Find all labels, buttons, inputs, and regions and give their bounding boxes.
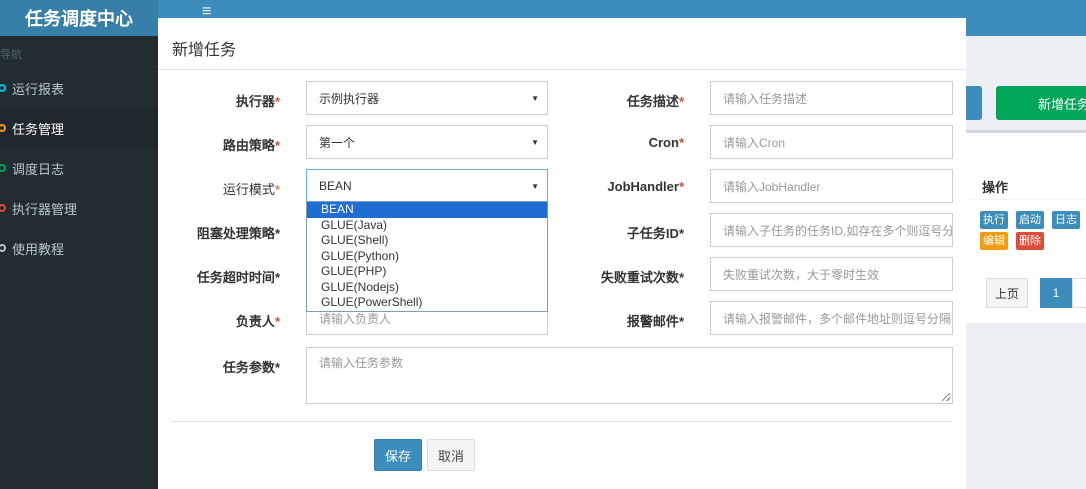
route-select[interactable]: 第一个 ▼ bbox=[306, 125, 548, 159]
run-mode-label: 运行模式* bbox=[222, 182, 280, 197]
caret-down-icon: ▼ bbox=[531, 138, 539, 147]
job-handler-input[interactable]: 请输入JobHandler bbox=[710, 169, 953, 203]
sidebar-item-report[interactable]: 运行报表 bbox=[0, 68, 158, 108]
params-textarea[interactable]: 请输入任务参数 bbox=[306, 347, 953, 404]
cron-input[interactable]: 请输入Cron bbox=[710, 125, 953, 159]
circle-icon bbox=[0, 244, 6, 252]
table-divider bbox=[966, 199, 1086, 200]
circle-icon bbox=[0, 124, 6, 132]
log-button[interactable]: 日志 bbox=[1052, 211, 1080, 229]
timeout-label: 任务超时时间* bbox=[196, 270, 280, 285]
circle-icon bbox=[0, 164, 6, 172]
modal-title: 新增任务 bbox=[172, 42, 237, 59]
delete-button[interactable]: 删除 bbox=[1016, 232, 1044, 250]
executor-select[interactable]: 示例执行器 ▼ bbox=[306, 81, 548, 115]
run-mode-option[interactable]: GLUE(Python) bbox=[307, 249, 547, 265]
modal-footer-divider bbox=[172, 421, 952, 422]
sidebar-item-label: 调度日志 bbox=[12, 161, 65, 177]
add-task-button[interactable]: 新增任务 bbox=[996, 86, 1086, 120]
alarm-email-label: 报警邮件* bbox=[626, 314, 684, 329]
caret-down-icon: ▼ bbox=[531, 94, 539, 103]
run-mode-select[interactable]: BEAN ▼ bbox=[306, 169, 548, 203]
pager-page[interactable]: 1 bbox=[1040, 278, 1072, 308]
sidebar-header: 导航 bbox=[0, 49, 22, 61]
modal-divider bbox=[158, 69, 966, 70]
task-desc-input[interactable]: 请输入任务描述 bbox=[710, 81, 953, 115]
run-mode-option[interactable]: GLUE(Java) bbox=[307, 218, 547, 234]
job-handler-label: JobHandler* bbox=[607, 179, 684, 194]
params-label: 任务参数* bbox=[222, 360, 280, 375]
search-button[interactable] bbox=[966, 86, 982, 120]
resize-grip-icon[interactable] bbox=[942, 393, 950, 401]
pager-prev[interactable]: 上页 bbox=[986, 278, 1028, 308]
pager-next[interactable] bbox=[1072, 278, 1086, 308]
run-button[interactable]: 执行 bbox=[980, 211, 1008, 229]
run-mode-option[interactable]: GLUE(PHP) bbox=[307, 264, 547, 280]
circle-icon bbox=[0, 84, 6, 92]
run-mode-option[interactable]: BEAN bbox=[307, 202, 547, 218]
app-logo-title[interactable]: 任务调度中心 bbox=[0, 0, 158, 36]
cron-label: Cron* bbox=[648, 135, 684, 150]
sidebar-item-help[interactable]: 使用教程 bbox=[0, 228, 158, 268]
child-id-label: 子任务ID* bbox=[626, 226, 684, 241]
save-button[interactable]: 保存 bbox=[374, 439, 422, 471]
task-desc-label: 任务描述* bbox=[626, 94, 684, 109]
run-mode-option[interactable]: GLUE(Nodejs) bbox=[307, 280, 547, 296]
retry-label: 失败重试次数* bbox=[600, 270, 684, 285]
sidebar-item-label: 使用教程 bbox=[12, 241, 65, 257]
owner-label: 负责人* bbox=[235, 314, 280, 329]
retry-input[interactable]: 失败重试次数，大于零时生效 bbox=[710, 257, 953, 291]
block-strategy-label: 阻塞处理策略* bbox=[196, 226, 280, 241]
start-button[interactable]: 启动 bbox=[1016, 211, 1044, 229]
sidebar: 导航 运行报表 任务管理 调度日志 执行器管理 使用教程 bbox=[0, 36, 158, 489]
sidebar-item-label: 运行报表 bbox=[12, 81, 65, 97]
run-mode-option[interactable]: GLUE(Shell) bbox=[307, 233, 547, 249]
cancel-button[interactable]: 取消 bbox=[427, 439, 475, 471]
sidebar-item-label: 任务管理 bbox=[12, 121, 65, 137]
sidebar-item-logs[interactable]: 调度日志 bbox=[0, 148, 158, 188]
executor-label: 执行器* bbox=[235, 94, 280, 109]
edit-button[interactable]: 编辑 bbox=[980, 232, 1008, 250]
route-label: 路由策略* bbox=[222, 138, 280, 153]
add-task-modal: 新增任务 执行器* 路由策略* 运行模式* 阻塞处理策略* 任务超时时间* 负责… bbox=[158, 18, 966, 489]
sidebar-item-jobs[interactable]: 任务管理 bbox=[0, 108, 158, 148]
caret-down-icon: ▼ bbox=[531, 182, 539, 191]
run-mode-option[interactable]: GLUE(PowerShell) bbox=[307, 295, 547, 311]
job-table-box: 操作 执行 启动 日志 编辑 删除 上页 1 bbox=[966, 130, 1086, 323]
sidebar-item-label: 执行器管理 bbox=[12, 201, 78, 217]
child-id-input[interactable]: 请输入子任务的任务ID,如存在多个则逗号分隔 bbox=[710, 213, 953, 247]
alarm-email-input[interactable]: 请输入报警邮件，多个邮件地址则逗号分隔 bbox=[710, 301, 953, 335]
sidebar-item-executors[interactable]: 执行器管理 bbox=[0, 188, 158, 228]
circle-icon bbox=[0, 204, 6, 212]
column-header-actions: 操作 bbox=[982, 180, 1009, 195]
run-mode-dropdown[interactable]: BEAN GLUE(Java) GLUE(Shell) GLUE(Python)… bbox=[306, 201, 548, 312]
